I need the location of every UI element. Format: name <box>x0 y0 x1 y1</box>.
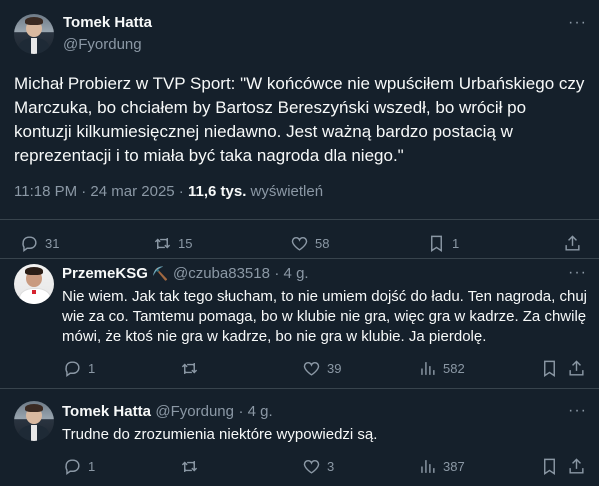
tweet-meta: 11:18 PM · 24 mar 2025 · 11,6 tys. wyświ… <box>14 183 323 200</box>
heart-icon <box>291 236 308 251</box>
share-button[interactable] <box>567 359 592 378</box>
author-avatar[interactable] <box>14 14 54 54</box>
bookmark-count: 1 <box>452 236 460 251</box>
reply-author-name[interactable]: PrzemeKSG <box>62 265 148 282</box>
bookmark-button[interactable]: 1 <box>427 234 459 253</box>
more-icon[interactable]: ··· <box>568 14 587 32</box>
divider <box>0 258 599 259</box>
more-icon[interactable]: ··· <box>568 402 587 420</box>
retweet-count: 15 <box>178 236 193 251</box>
reply-count: 1 <box>88 361 96 376</box>
bookmark-icon <box>431 235 442 252</box>
reply-header: Tomek Hatta @Fyordung · 4 g. <box>62 403 273 421</box>
like-count: 58 <box>315 236 330 251</box>
like-button[interactable]: 3 <box>302 457 334 476</box>
reply-author-handle[interactable]: @czuba83518 <box>173 265 270 282</box>
tweet-timestamp[interactable]: 11:18 PM · 24 mar 2025 · <box>14 183 184 200</box>
retweet-button[interactable]: 15 <box>153 234 192 253</box>
reply-age[interactable]: · 4 g. <box>274 265 308 282</box>
more-icon[interactable]: ··· <box>568 264 587 282</box>
like-button[interactable]: 58 <box>290 234 329 253</box>
divider <box>0 388 599 389</box>
bookmark-icon <box>544 360 555 377</box>
reply-icon <box>65 361 80 378</box>
reply-text: Trudne do zrozumienia niektóre wypowiedz… <box>62 426 378 443</box>
share-icon <box>569 458 584 474</box>
reply-avatar[interactable] <box>14 401 54 441</box>
share-icon <box>565 235 580 251</box>
reply-avatar[interactable] <box>14 264 54 304</box>
reply-author-handle[interactable]: @Fyordung <box>155 403 234 420</box>
reply-icon <box>65 459 80 476</box>
reply-count: 31 <box>45 236 60 251</box>
retweet-icon <box>154 237 171 250</box>
views-button[interactable]: 582 <box>418 359 465 378</box>
views-count: 11,6 tys. <box>187 183 247 200</box>
views-icon <box>421 460 435 473</box>
bookmark-button[interactable] <box>540 359 565 378</box>
share-icon <box>569 360 584 376</box>
pickaxe-icon: ⛏️ <box>152 266 169 281</box>
reply-button[interactable]: 1 <box>63 359 95 378</box>
reply-author-name[interactable]: Tomek Hatta <box>62 403 151 420</box>
retweet-icon <box>181 460 198 473</box>
like-count: 39 <box>327 361 342 376</box>
reply-count: 1 <box>88 459 96 474</box>
reply-button[interactable]: 31 <box>20 234 59 253</box>
views-label: wyświetleń <box>250 183 324 200</box>
heart-icon <box>303 361 320 376</box>
author-name[interactable]: Tomek Hatta <box>63 14 152 31</box>
share-button[interactable] <box>563 234 588 253</box>
tweet-text: Michał Probierz w TVP Sport: "W końcówce… <box>14 74 585 165</box>
like-count: 3 <box>327 459 335 474</box>
retweet-button[interactable] <box>180 457 205 476</box>
bookmark-button[interactable] <box>540 457 565 476</box>
views-icon <box>421 362 435 375</box>
author-handle[interactable]: @Fyordung <box>63 36 142 53</box>
reply-header: PrzemeKSG ⛏️ @czuba83518 · 4 g. <box>62 265 309 283</box>
reply-age[interactable]: · 4 g. <box>238 403 272 420</box>
views-button[interactable]: 387 <box>418 457 465 476</box>
like-button[interactable]: 39 <box>302 359 341 378</box>
reply-button[interactable]: 1 <box>63 457 95 476</box>
retweet-button[interactable] <box>180 359 205 378</box>
reply-text: Nie wiem. Jak tak tego słucham, to nie u… <box>62 288 587 345</box>
views-count: 387 <box>443 459 465 474</box>
heart-icon <box>303 459 320 474</box>
reply-icon <box>22 236 37 253</box>
retweet-icon <box>181 362 198 375</box>
divider <box>0 219 599 220</box>
views-count: 582 <box>443 361 465 376</box>
bookmark-icon <box>544 458 555 475</box>
share-button[interactable] <box>567 457 592 476</box>
